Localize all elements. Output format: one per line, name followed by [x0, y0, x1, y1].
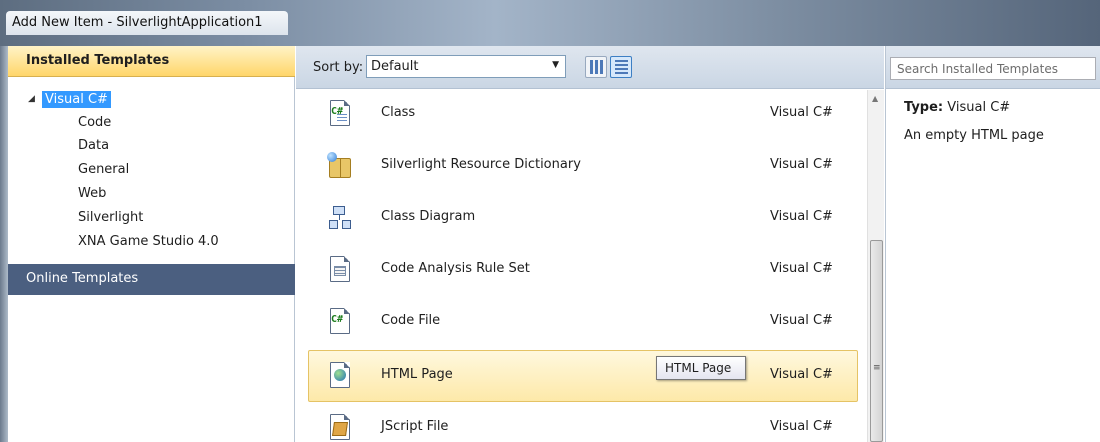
medium-icons-icon	[590, 60, 603, 74]
template-type: Visual C#	[770, 209, 833, 224]
template-type: Visual C#	[770, 105, 833, 120]
template-name: Silverlight Resource Dictionary	[381, 157, 581, 172]
template-type: Visual C#	[770, 157, 833, 172]
tree-node-code[interactable]: Code	[78, 115, 111, 133]
rule-set-icon	[327, 256, 353, 284]
template-details-panel: Type: Visual C# An empty HTML page	[885, 46, 1100, 442]
window-frame-edge	[0, 46, 8, 442]
scrollbar-thumb[interactable]: ≡	[870, 240, 883, 442]
template-name: HTML Page	[381, 367, 453, 382]
csharp-code-file-icon: C#	[327, 308, 353, 336]
tree-node-web[interactable]: Web	[78, 186, 106, 204]
template-name: Code Analysis Rule Set	[381, 261, 530, 276]
sort-by-label: Sort by:	[313, 60, 364, 75]
html-page-icon	[327, 362, 353, 390]
resource-dictionary-icon	[327, 152, 353, 180]
tree-node-label[interactable]: Visual C#	[42, 90, 111, 108]
template-item-class[interactable]: C# Class Visual C#	[308, 88, 858, 140]
template-list-scrollbar[interactable]: ▲ ≡	[867, 90, 884, 442]
medium-icons-view-button[interactable]	[585, 56, 607, 78]
sort-by-dropdown[interactable]: Default ▼	[366, 55, 566, 78]
sort-toolbar: Sort by: Default ▼	[296, 46, 884, 89]
template-item-jscript-file[interactable]: JScript File Visual C#	[308, 402, 858, 442]
template-type: Visual C#	[770, 313, 833, 328]
templates-sidebar: Installed Templates ◢ Visual C# Code Dat…	[8, 46, 295, 442]
template-item-html-page[interactable]: HTML Page Visual C#	[308, 350, 858, 402]
installed-templates-header[interactable]: Installed Templates	[8, 46, 295, 77]
template-type-info: Type: Visual C#	[904, 100, 1010, 115]
search-bar	[886, 46, 1100, 89]
tree-node-general[interactable]: General	[78, 162, 129, 180]
type-label: Type:	[904, 100, 944, 115]
online-templates-header[interactable]: Online Templates	[8, 264, 295, 295]
template-name: Class	[381, 105, 416, 120]
tree-expand-arrow-icon[interactable]: ◢	[28, 94, 42, 104]
template-type: Visual C#	[770, 261, 833, 276]
small-icons-view-button[interactable]	[610, 56, 632, 78]
template-type: Visual C#	[770, 419, 833, 434]
scroll-up-arrow-icon[interactable]: ▲	[872, 94, 878, 103]
window-title-bar: Add New Item - SilverlightApplication1	[0, 0, 1100, 46]
tree-node-xna-game-studio[interactable]: XNA Game Studio 4.0	[78, 234, 219, 252]
small-icons-icon	[615, 60, 628, 74]
dialog-content: Installed Templates ◢ Visual C# Code Dat…	[8, 46, 1100, 442]
template-item-silverlight-resource-dictionary[interactable]: Silverlight Resource Dictionary Visual C…	[308, 140, 858, 192]
item-tooltip: HTML Page	[656, 356, 746, 380]
tree-node-data[interactable]: Data	[78, 138, 109, 156]
template-list: C# Class Visual C# Silverlight Resource …	[296, 90, 866, 442]
class-diagram-icon	[327, 204, 353, 232]
template-item-code-file[interactable]: C# Code File Visual C#	[308, 296, 858, 348]
template-name: Code File	[381, 313, 441, 328]
type-value: Visual C#	[947, 100, 1011, 115]
template-name: JScript File	[381, 419, 449, 434]
sort-by-value: Default	[371, 59, 419, 74]
template-description: An empty HTML page	[904, 128, 1044, 143]
template-item-class-diagram[interactable]: Class Diagram Visual C#	[308, 192, 858, 244]
templates-list-panel: Sort by: Default ▼ C# Class Visual C# Si…	[296, 46, 884, 442]
jscript-file-icon	[327, 414, 353, 442]
window-title: Add New Item - SilverlightApplication1	[6, 11, 288, 35]
grip-icon: ≡	[873, 363, 881, 373]
search-templates-input[interactable]	[890, 57, 1096, 80]
template-item-code-analysis-rule-set[interactable]: Code Analysis Rule Set Visual C#	[308, 244, 858, 296]
dropdown-arrow-icon: ▼	[552, 60, 559, 70]
csharp-class-icon: C#	[327, 100, 353, 128]
template-type: Visual C#	[770, 367, 833, 382]
template-name: Class Diagram	[381, 209, 476, 224]
tree-node-silverlight[interactable]: Silverlight	[78, 210, 143, 228]
tree-node-visual-csharp[interactable]: ◢ Visual C#	[28, 89, 111, 109]
